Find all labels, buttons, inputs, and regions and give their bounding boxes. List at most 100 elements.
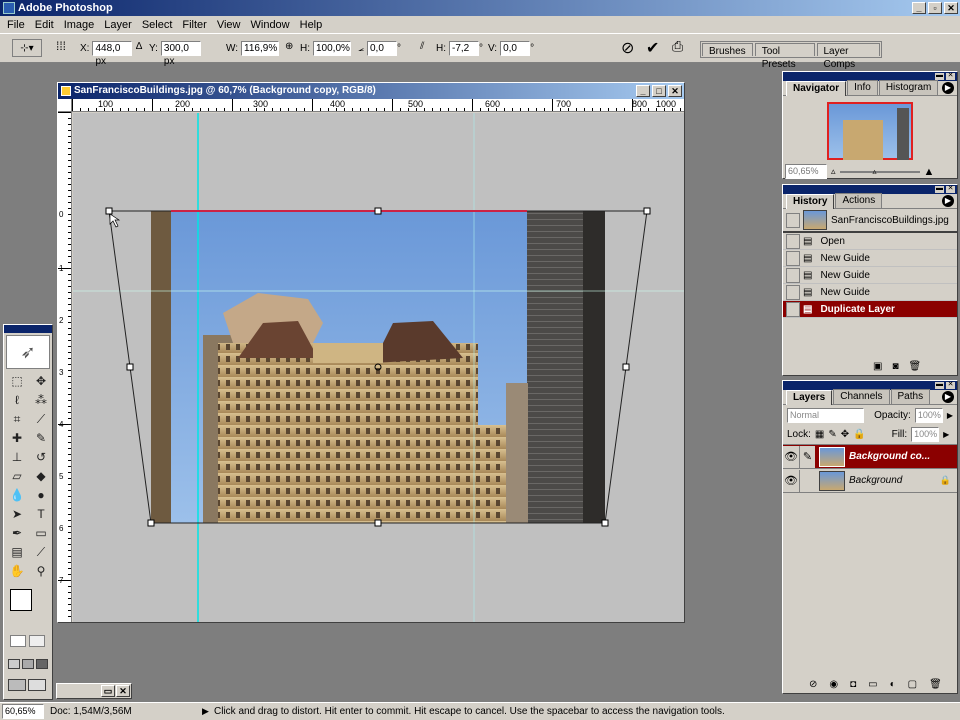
brush-link-icon[interactable]: ✎ [799,445,815,468]
palette-well-icon[interactable]: ⎙ [672,38,683,55]
minimized-window[interactable]: ▭ ✕ [56,683,132,699]
history-item[interactable]: ▤ New Guide [783,250,957,267]
tab-histogram[interactable]: Histogram [878,80,939,95]
history-brush-icon[interactable]: ↺ [30,448,52,466]
horizontal-ruler[interactable]: 100 200 300 400 500 600 700 800 1000 [72,99,684,112]
pen-tool-icon[interactable]: ✒ [6,524,28,542]
lock-all-icon[interactable]: 🔒 [853,429,865,440]
fill-dropdown-icon[interactable]: ▶ [943,430,949,439]
paint-bucket-icon[interactable]: ◆ [30,467,52,485]
vskew-field[interactable]: 0,0 [500,41,531,56]
eyedropper-icon[interactable]: ⟋ [30,543,52,561]
dodge-tool-icon[interactable]: ● [30,486,52,504]
tab-layers[interactable]: Layers [786,390,833,405]
add-mask-icon[interactable]: ◘ [850,679,856,690]
fullscreen-menu-icon[interactable] [22,659,34,669]
jump-to-imageready-icon[interactable] [8,679,26,691]
restore-button[interactable]: ▫ [928,2,942,14]
menu-filter[interactable]: Filter [177,19,211,31]
menu-select[interactable]: Select [137,19,178,31]
transform-handle[interactable] [622,363,630,371]
menu-file[interactable]: File [2,19,30,31]
new-group-icon[interactable]: ▭ [868,679,877,690]
minimize-button[interactable]: _ [912,2,926,14]
vertical-ruler[interactable]: 0 1 2 3 4 5 6 7 [58,112,72,622]
notes-tool-icon[interactable]: ▤ [6,543,28,561]
zoom-slider[interactable]: ▵ [839,167,920,176]
menu-edit[interactable]: Edit [30,19,59,31]
blend-mode-select[interactable]: Normal [787,407,865,423]
rotate-field[interactable]: 0,0 [367,41,397,56]
healing-brush-icon[interactable]: ✚ [6,429,28,447]
status-menu-arrow-icon[interactable]: ▶ [202,706,209,717]
quickmask-mode-icon[interactable] [29,635,45,647]
panel-menu-icon[interactable]: ▶ [942,391,954,403]
well-tab-layer-comps[interactable]: Layer Comps [816,43,880,70]
link-icon[interactable]: ⊕ [285,41,293,52]
opacity-dropdown-icon[interactable]: ▶ [947,411,953,420]
move-tool-icon[interactable]: ✥ [30,372,52,390]
doc-minimize-button[interactable]: _ [636,85,650,97]
panel-close-button[interactable]: ✕ [946,72,955,80]
well-tab-tool-presets[interactable]: Tool Presets [754,43,815,70]
history-source-icon[interactable] [786,233,800,249]
check-icon[interactable] [28,679,46,691]
magic-wand-icon[interactable]: ⁂ [30,391,52,409]
adobe-feather-icon[interactable]: ➶ [6,335,50,369]
lasso-tool-icon[interactable]: ℓ [6,391,28,409]
panel-minimize-button[interactable]: ▬ [935,185,944,193]
tab-history[interactable]: History [786,194,835,209]
hand-tool-icon[interactable]: ✋ [6,562,28,580]
panel-minimize-button[interactable]: ▬ [935,381,944,389]
document-titlebar[interactable]: SanFranciscoBuildings.jpg @ 60,7% (Backg… [58,83,684,99]
new-document-from-state-icon[interactable]: ▣ [873,361,882,372]
blur-tool-icon[interactable]: 💧 [6,486,28,504]
brush-tool-icon[interactable]: ✎ [30,429,52,447]
menu-help[interactable]: Help [295,19,328,31]
menu-image[interactable]: Image [59,19,100,31]
layer-row-selected[interactable]: 👁 ✎ Background co... [783,445,957,469]
fill-field[interactable]: 100% [911,427,940,442]
transform-handle[interactable] [643,207,651,215]
mini-close-button[interactable]: ✕ [116,685,130,697]
history-source-icon[interactable] [786,212,800,228]
lock-transparency-icon[interactable]: ▦ [815,429,824,440]
eraser-tool-icon[interactable]: ▱ [6,467,28,485]
foreground-color-swatch[interactable] [10,589,32,611]
lock-position-icon[interactable]: ✥ [841,429,849,440]
navigator-zoom-field[interactable]: 60,65% [785,164,827,179]
menu-window[interactable]: Window [246,19,295,31]
commit-transform-icon[interactable]: ✔ [646,38,659,58]
transform-handle[interactable] [126,363,134,371]
new-layer-icon[interactable]: ▢ [908,679,917,690]
height-field[interactable]: 100,0% [313,41,351,56]
tab-actions[interactable]: Actions [835,193,883,208]
delete-layer-icon[interactable]: 🗑 [929,679,942,690]
add-layer-style-icon[interactable]: ◉ [829,679,838,690]
mini-restore-button[interactable]: ▭ [101,685,115,697]
tab-info[interactable]: Info [847,80,878,95]
tool-preset-picker[interactable]: ⊹▾ [12,39,42,57]
shape-tool-icon[interactable]: ▭ [30,524,52,542]
marquee-tool-icon[interactable]: ⬚ [6,372,28,390]
tab-channels[interactable]: Channels [833,389,890,404]
panel-minimize-button[interactable]: ▬ [935,72,944,80]
canvas[interactable] [73,113,684,622]
navigator-thumbnail[interactable] [827,102,913,160]
doc-close-button[interactable]: ✕ [668,85,682,97]
status-zoom-field[interactable]: 60,65% [2,704,44,719]
zoom-tool-icon[interactable]: ⚲ [30,562,52,580]
history-snapshot[interactable]: SanFranciscoBuildings.jpg [783,209,957,233]
canvas-image[interactable] [73,113,684,622]
panel-menu-icon[interactable]: ▶ [942,82,954,94]
delete-state-icon[interactable]: 🗑 [909,361,922,372]
crop-tool-icon[interactable]: ⌗ [6,410,28,428]
transform-handle[interactable] [105,207,113,215]
opacity-field[interactable]: 100% [914,407,943,423]
standard-mode-icon[interactable] [10,635,26,647]
lock-image-icon[interactable]: ✎ [828,429,836,440]
menu-layer[interactable]: Layer [99,19,137,31]
tab-navigator[interactable]: Navigator [786,81,847,96]
menu-view[interactable]: View [212,19,246,31]
path-selection-icon[interactable]: ➤ [6,505,28,523]
